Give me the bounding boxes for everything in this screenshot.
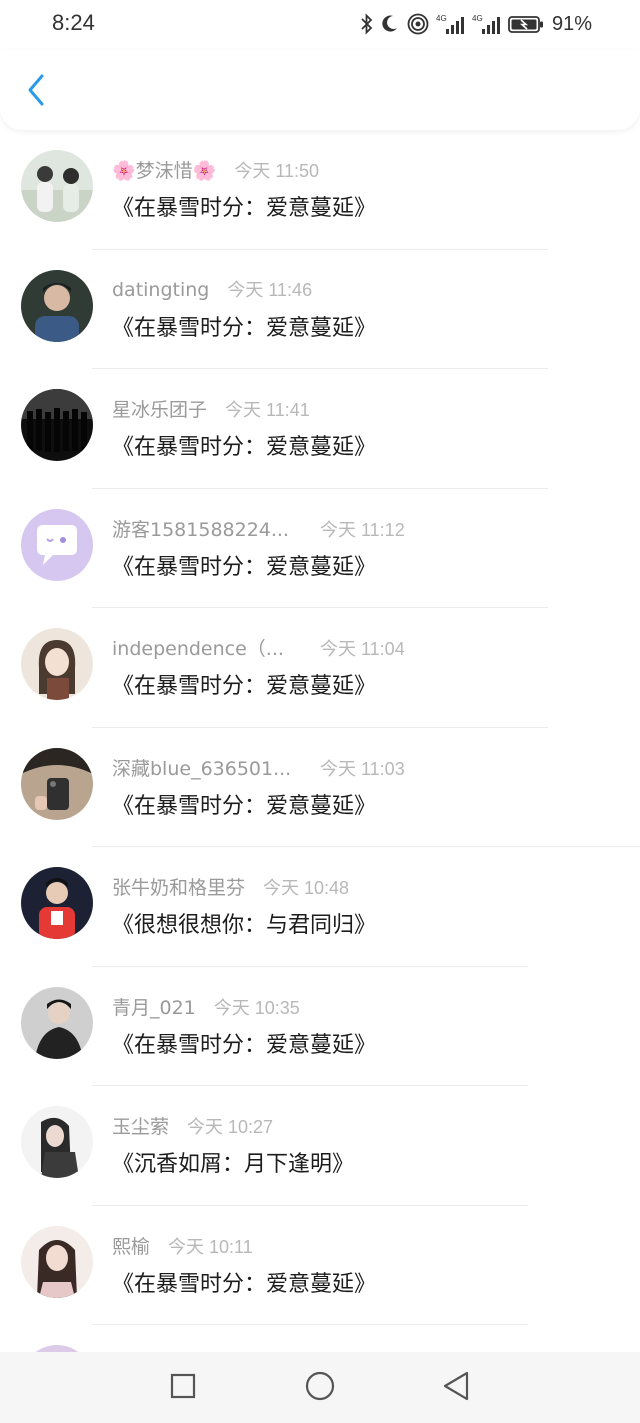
triangle-back-icon xyxy=(441,1370,471,1406)
home-button[interactable] xyxy=(302,1370,338,1406)
svg-text:4G: 4G xyxy=(436,14,447,23)
item-username: 游客1581588224... xyxy=(112,518,290,541)
status-bar: 8:24 4G 4G 91% xyxy=(0,0,640,50)
circle-icon xyxy=(304,1370,336,1406)
recents-button[interactable] xyxy=(165,1370,201,1406)
avatar[interactable] xyxy=(21,389,93,461)
item-timestamp: 今天 11:03 xyxy=(320,758,405,779)
item-username: 星冰乐团子 xyxy=(112,399,208,421)
item-book-title: 《在暴雪时分：爱意蔓延》 xyxy=(112,793,377,819)
item-book-title: 《沉香如屑：月下逢明》 xyxy=(112,1152,355,1177)
item-book-title: 《在暴雪时分：爱意蔓延》 xyxy=(112,554,377,580)
status-icons: 4G 4G 91% xyxy=(360,12,592,36)
avatar[interactable] xyxy=(21,1345,93,1352)
list-item[interactable]: 玉尘萦 今天 10:27 《沉香如屑：月下逢明》 xyxy=(0,1086,640,1206)
item-timestamp: 今天 10:27 xyxy=(187,1117,274,1137)
list-item[interactable]: 熙榆 今天 10:11 《在暴雪时分：爱意蔓延》 xyxy=(0,1206,640,1325)
system-nav-bar xyxy=(0,1352,640,1423)
item-username: 玉尘萦 xyxy=(112,1116,170,1138)
item-timestamp: 今天 10:35 xyxy=(213,997,300,1018)
item-timestamp: 今天 11:50 xyxy=(234,161,320,181)
bluetooth-icon xyxy=(360,13,374,35)
status-time: 8:24 xyxy=(52,10,95,35)
item-username: datingting xyxy=(112,278,210,301)
item-username: 张牛奶和格里芬 xyxy=(112,877,246,899)
item-timestamp: 今天 11:41 xyxy=(225,400,310,420)
chevron-left-icon xyxy=(26,73,46,111)
list-item[interactable]: 青月_021 今天 10:35 《在暴雪时分：爱意蔓延》 xyxy=(0,967,640,1086)
signal-icon-1: 4G xyxy=(436,13,466,35)
avatar[interactable] xyxy=(21,508,93,581)
item-book-title: 《在暴雪时分：爱意蔓延》 xyxy=(112,1032,377,1058)
avatar[interactable] xyxy=(21,1225,93,1298)
square-icon xyxy=(169,1372,197,1404)
item-username: 熙榆 xyxy=(112,1235,151,1258)
item-username: independence（... xyxy=(112,638,284,660)
avatar[interactable] xyxy=(21,1106,93,1178)
item-timestamp: 今天 10:48 xyxy=(263,878,350,898)
list-item[interactable]: 游客1581588224... 今天 11:12 《在暴雪时分：爱意蔓延》 xyxy=(0,489,640,608)
item-timestamp: 今天 11:04 xyxy=(320,639,405,659)
item-book-title: 《在暴雪时分：爱意蔓延》 xyxy=(112,315,377,341)
item-timestamp: 今天 11:12 xyxy=(320,519,405,540)
avatar[interactable] xyxy=(21,867,93,939)
top-nav-bar xyxy=(0,50,640,130)
item-username: 青月_021 xyxy=(112,996,196,1019)
signal-icon-2: 4G xyxy=(472,13,502,35)
item-timestamp: 今天 10:11 xyxy=(168,1236,253,1257)
item-book-title: 《在暴雪时分：爱意蔓延》 xyxy=(112,196,377,221)
list-item-partial[interactable] xyxy=(0,1325,640,1352)
item-username: 🌸梦沫惜🌸 xyxy=(112,160,217,182)
hotspot-icon xyxy=(406,13,430,35)
item-book-title: 《很想很想你：与君同归》 xyxy=(112,913,377,938)
list-item[interactable]: 张牛奶和格里芬 今天 10:48 《很想很想你：与君同归》 xyxy=(0,847,640,967)
avatar[interactable] xyxy=(21,269,93,342)
item-timestamp: 今天 11:46 xyxy=(227,279,313,300)
battery-percent: 91% xyxy=(551,12,592,35)
list-item[interactable]: 深藏blue_636501... 今天 11:03 《在暴雪时分：爱意蔓延》 xyxy=(0,728,640,847)
list-item[interactable]: datingting 今天 11:46 《在暴雪时分：爱意蔓延》 xyxy=(0,250,640,369)
avatar[interactable] xyxy=(21,986,93,1059)
svg-text:4G: 4G xyxy=(472,14,483,23)
item-book-title: 《在暴雪时分：爱意蔓延》 xyxy=(112,435,377,460)
list-item[interactable]: 星冰乐团子 今天 11:41 《在暴雪时分：爱意蔓延》 xyxy=(0,369,640,489)
avatar[interactable] xyxy=(21,150,93,222)
avatar[interactable] xyxy=(21,628,93,700)
item-book-title: 《在暴雪时分：爱意蔓延》 xyxy=(112,1271,377,1297)
item-book-title: 《在暴雪时分：爱意蔓延》 xyxy=(112,674,377,699)
list-item[interactable]: independence（... 今天 11:04 《在暴雪时分：爱意蔓延》 xyxy=(0,608,640,728)
item-username: 深藏blue_636501... xyxy=(112,757,292,780)
moon-icon xyxy=(380,13,400,35)
list-item[interactable]: 🌸梦沫惜🌸 今天 11:50 《在暴雪时分：爱意蔓延》 xyxy=(0,130,640,250)
battery-icon xyxy=(508,13,544,35)
reader-list: 🌸梦沫惜🌸 今天 11:50 《在暴雪时分：爱意蔓延》 datingting 今天 … xyxy=(0,130,640,1352)
back-button[interactable] xyxy=(18,72,54,112)
system-back-button[interactable] xyxy=(438,1370,474,1406)
avatar[interactable] xyxy=(21,747,93,820)
